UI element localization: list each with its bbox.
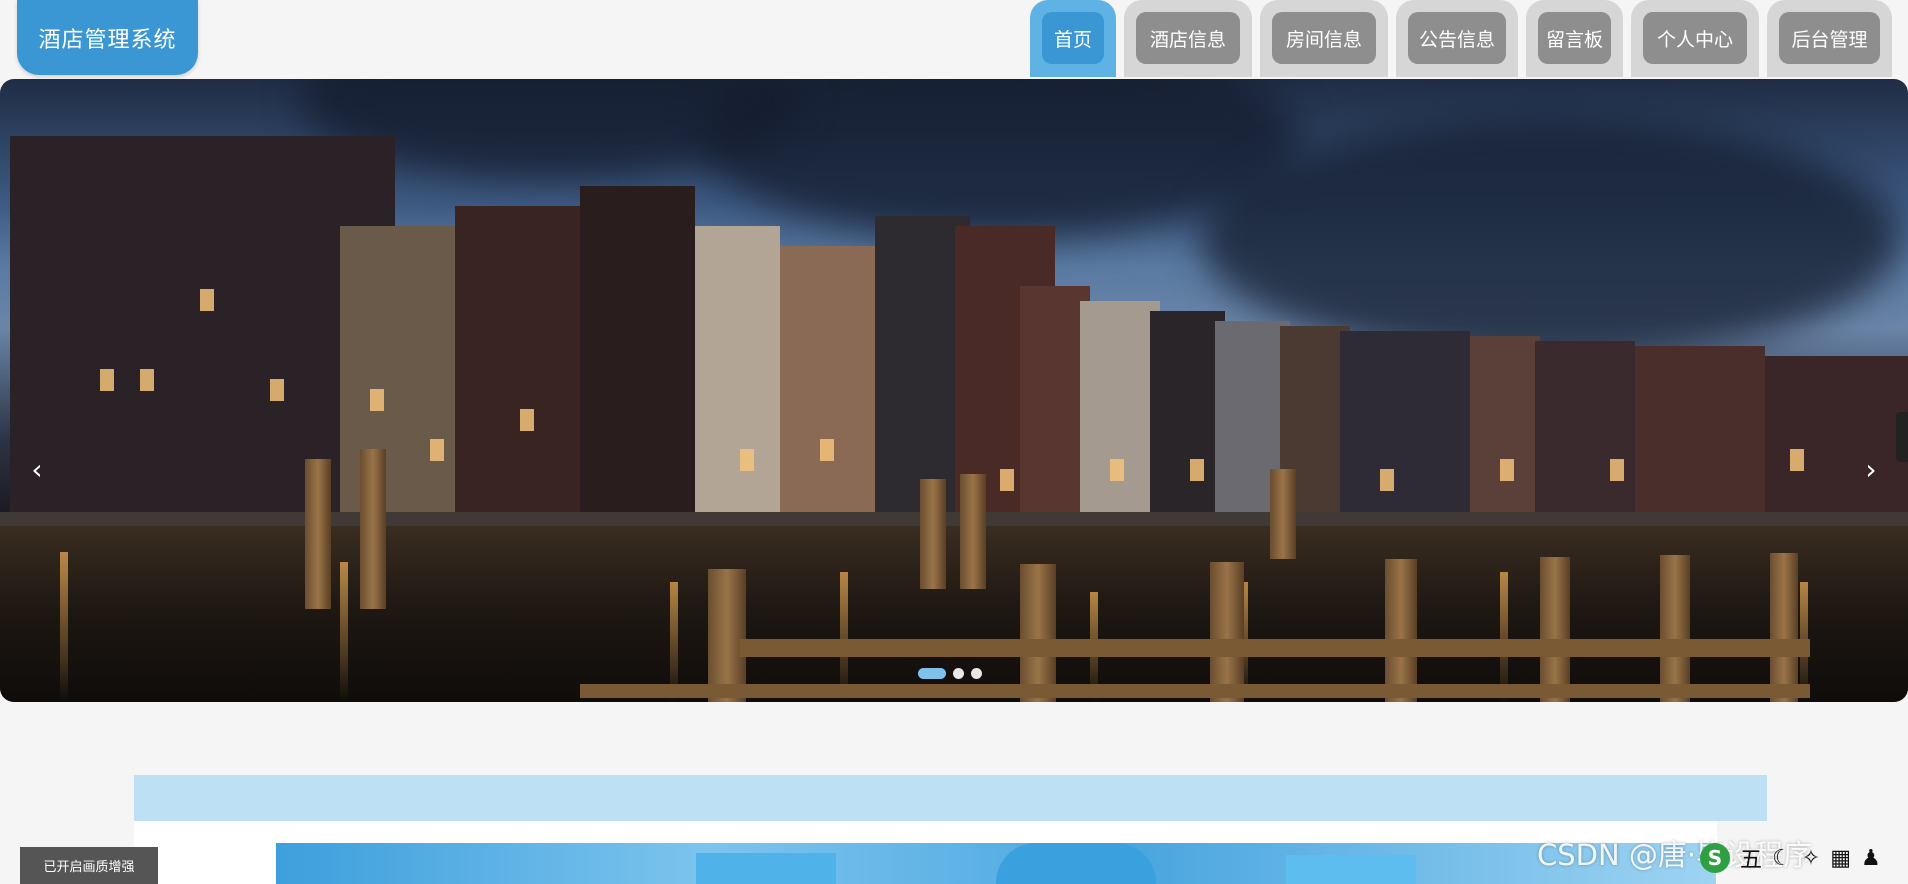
window-light: [1500, 459, 1514, 481]
mooring-post: [920, 479, 946, 589]
nav-message-board-label: 留言板: [1538, 12, 1611, 64]
main-nav: 首页 酒店信息 房间信息 公告信息 留言板 个人中心 后台管理: [1030, 0, 1892, 77]
ime-mode[interactable]: 五: [1740, 842, 1762, 874]
building: [1080, 301, 1160, 526]
nav-room-info-label: 房间信息: [1272, 12, 1376, 64]
hero-carousel[interactable]: ‹ ›: [0, 79, 1908, 702]
carousel-dot-1[interactable]: [918, 668, 946, 679]
nav-announcements-label: 公告信息: [1408, 12, 1506, 64]
section-image: [276, 843, 1716, 884]
mooring-post: [1540, 557, 1570, 702]
window-light: [1610, 459, 1624, 481]
light-reflection: [1500, 572, 1508, 702]
moon-icon[interactable]: ☾: [1772, 846, 1792, 871]
decor-block: [696, 853, 836, 884]
wooden-railing: [580, 684, 1810, 698]
carousel-indicators: [918, 668, 982, 679]
side-drawer-handle[interactable]: [1896, 412, 1908, 462]
building: [10, 136, 395, 526]
nav-message-board[interactable]: 留言板: [1526, 0, 1623, 77]
building: [455, 206, 590, 526]
carousel-dot-2[interactable]: [953, 668, 964, 679]
mooring-post: [1770, 553, 1798, 702]
chevron-left-icon: ‹: [31, 452, 43, 486]
window-light: [200, 289, 214, 311]
window-light: [1380, 469, 1394, 491]
section-header-band: [134, 775, 1767, 821]
nav-home[interactable]: 首页: [1030, 0, 1116, 77]
window-light: [520, 409, 534, 431]
building: [1340, 331, 1470, 526]
building: [1535, 341, 1635, 526]
site-logo[interactable]: 酒店管理系统: [17, 0, 198, 75]
window-light: [430, 439, 444, 461]
window-light: [1110, 459, 1124, 481]
nav-hotel-info[interactable]: 酒店信息: [1124, 0, 1252, 77]
ime-toolbar[interactable]: S 五 ☾ ✧ ▦ ♟: [1700, 842, 1881, 874]
quality-enhance-label: 已开启画质增强: [43, 860, 135, 875]
light-reflection: [340, 562, 348, 702]
window-light: [100, 369, 114, 391]
nav-admin-label: 后台管理: [1779, 12, 1880, 64]
nav-personal-center[interactable]: 个人中心: [1631, 0, 1759, 77]
light-reflection: [60, 552, 68, 702]
nav-announcements[interactable]: 公告信息: [1396, 0, 1518, 77]
window-light: [740, 449, 754, 471]
window-light: [1190, 459, 1204, 481]
window-light: [140, 369, 154, 391]
window-light: [1000, 469, 1014, 491]
user-icon[interactable]: ♟: [1861, 846, 1881, 871]
mooring-post: [1660, 555, 1690, 702]
window-light: [370, 389, 384, 411]
mooring-post: [360, 449, 386, 609]
mooring-post: [708, 569, 746, 702]
window-light: [270, 379, 284, 401]
building: [580, 186, 695, 526]
chevron-right-icon: ›: [1865, 452, 1877, 486]
keyboard-icon[interactable]: ▦: [1830, 846, 1851, 871]
mooring-post: [1020, 564, 1056, 702]
building: [1470, 336, 1540, 526]
decor-block: [996, 843, 1156, 884]
building: [1150, 311, 1225, 526]
window-light: [820, 439, 834, 461]
nav-home-label: 首页: [1042, 12, 1104, 64]
light-reflection: [840, 572, 848, 702]
mooring-post: [1385, 559, 1417, 702]
nav-hotel-info-label: 酒店信息: [1136, 12, 1240, 64]
mooring-post: [305, 459, 331, 609]
ime-logo-icon: S: [1700, 843, 1730, 873]
nav-personal-center-label: 个人中心: [1643, 12, 1747, 64]
carousel-next-button[interactable]: ›: [1856, 449, 1886, 489]
nav-admin[interactable]: 后台管理: [1767, 0, 1892, 77]
building: [695, 226, 780, 526]
cloud-shape: [1200, 119, 1900, 359]
mooring-post: [1210, 562, 1244, 702]
mooring-post: [1270, 469, 1296, 559]
building: [1635, 346, 1765, 526]
mooring-post: [960, 474, 986, 589]
wooden-railing: [740, 639, 1810, 657]
decor-block: [1286, 855, 1416, 884]
carousel-prev-button[interactable]: ‹: [22, 449, 52, 489]
quality-enhance-badge: 已开启画质增强: [20, 847, 158, 884]
carousel-dot-3[interactable]: [971, 668, 982, 679]
site-title: 酒店管理系统: [38, 27, 177, 53]
page: 酒店管理系统 首页 酒店信息 房间信息 公告信息 留言板 个人中心 后台管理 ‹…: [0, 0, 1908, 884]
nav-room-info[interactable]: 房间信息: [1260, 0, 1388, 77]
window-light: [1790, 449, 1804, 471]
building: [1765, 356, 1908, 526]
building: [780, 246, 885, 526]
punctuation-icon[interactable]: ✧: [1802, 846, 1820, 871]
